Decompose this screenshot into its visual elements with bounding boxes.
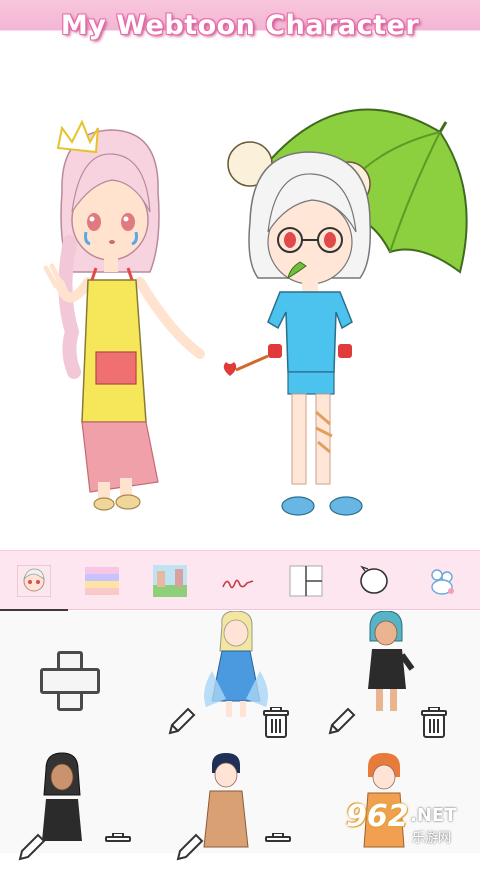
plus-icon-center — [60, 671, 74, 685]
pencil-icon[interactable] — [16, 833, 46, 863]
watermark-subtitle: 乐游网 — [412, 831, 452, 846]
tab-background[interactable] — [136, 551, 204, 611]
saved-character-card[interactable] — [160, 610, 320, 741]
character-stage[interactable] — [0, 72, 480, 550]
trash-icon[interactable] — [264, 833, 292, 865]
tab-signature[interactable] — [204, 551, 272, 611]
tab-colors[interactable] — [68, 551, 136, 611]
sticker-tab-icon — [431, 569, 454, 595]
trash-icon[interactable] — [420, 707, 448, 739]
title-banner: My Webtoon Character — [0, 0, 480, 72]
watermark-suffix: .NET — [410, 805, 457, 826]
pencil-icon[interactable] — [166, 707, 196, 737]
trash-icon[interactable] — [262, 707, 290, 739]
tab-stickers[interactable] — [408, 551, 476, 611]
character-princess[interactable] — [43, 119, 205, 511]
tab-frame[interactable] — [272, 551, 340, 611]
face-tab-icon — [17, 565, 51, 597]
frame-tab-icon — [289, 565, 323, 597]
site-watermark: 962 .NET 乐游网 — [338, 799, 474, 847]
tab-bubble[interactable] — [340, 551, 408, 611]
tab-face[interactable] — [0, 551, 68, 612]
saved-character-card[interactable] — [0, 751, 160, 881]
add-character-cell[interactable] — [0, 611, 160, 741]
saved-character-card[interactable] — [160, 751, 320, 881]
category-tab-bar — [0, 550, 480, 612]
saved-characters-grid: 962 .NET 乐游网 — [0, 610, 480, 861]
pencil-icon[interactable] — [326, 707, 356, 737]
stage-illustration — [43, 108, 468, 516]
app-title: My Webtoon Character — [60, 10, 420, 41]
trash-icon[interactable] — [104, 833, 132, 865]
saved-character-card[interactable] — [320, 610, 480, 741]
color-palette-tab-icon — [85, 567, 119, 595]
speech-bubble-tab-icon — [360, 565, 388, 594]
pencil-icon[interactable] — [174, 833, 204, 863]
signature-tab-icon — [222, 579, 254, 589]
watermark-number: 962 — [346, 799, 409, 834]
background-tab-icon — [153, 565, 187, 597]
character-umbrella-boy[interactable] — [223, 108, 468, 516]
